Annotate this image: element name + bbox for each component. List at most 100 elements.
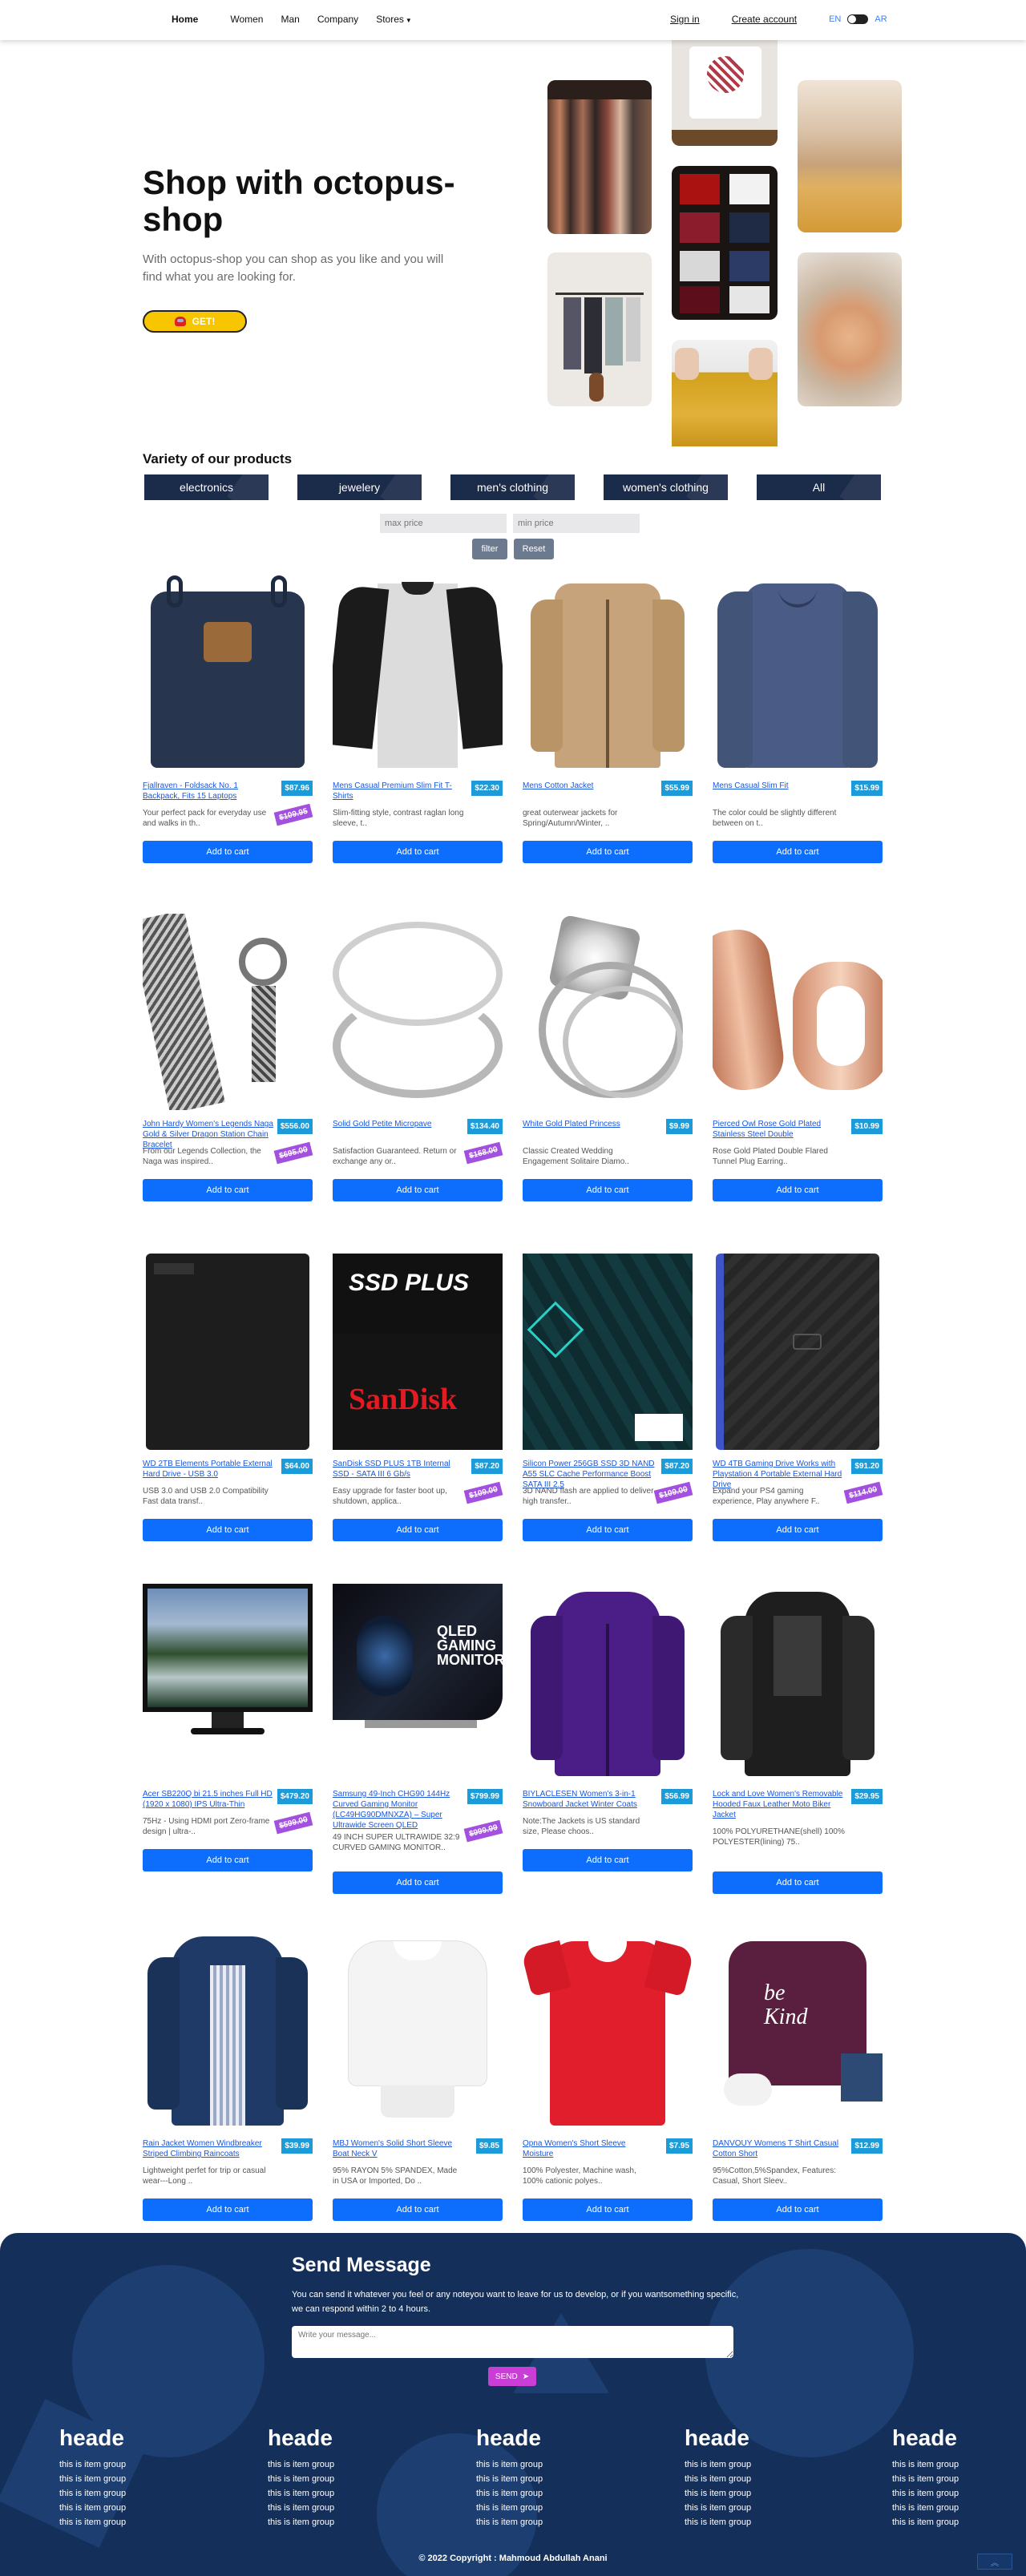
product-image-leather-jacket[interactable]: [713, 1584, 883, 1780]
product-image-wd-2tb[interactable]: [143, 1254, 313, 1450]
product-image-raglan-tee[interactable]: [333, 575, 503, 772]
add-to-cart-button[interactable]: Add to cart: [333, 1871, 503, 1894]
footer-item[interactable]: this is item group: [476, 2472, 543, 2486]
product-title-link[interactable]: Solid Gold Petite Micropave: [333, 1119, 465, 1129]
footer-item[interactable]: this is item group: [892, 2501, 959, 2515]
footer-item[interactable]: this is item group: [59, 2457, 126, 2472]
add-to-cart-button[interactable]: Add to cart: [713, 1519, 883, 1541]
product-title-link[interactable]: Lock and Love Women's Removable Hooded F…: [713, 1789, 845, 1820]
message-textarea[interactable]: [292, 2326, 733, 2358]
add-to-cart-button[interactable]: Add to cart: [143, 1179, 313, 1201]
product-image-slim-fit[interactable]: [713, 575, 883, 772]
product-title-link[interactable]: Fjallraven - Foldsack No. 1 Backpack, Fi…: [143, 781, 275, 801]
add-to-cart-button[interactable]: Add to cart: [713, 2198, 883, 2221]
nav-company-link[interactable]: Company: [317, 14, 358, 25]
add-to-cart-button[interactable]: Add to cart: [523, 1179, 693, 1201]
get-started-button[interactable]: GET!: [143, 310, 247, 333]
product-image-sandisk-ssd[interactable]: SSD PLUS SanDisk: [333, 1254, 503, 1450]
category-jewelery-button[interactable]: jewelery: [297, 474, 422, 500]
footer-item[interactable]: this is item group: [892, 2486, 959, 2501]
product-image-moisture-tee[interactable]: [523, 1933, 693, 2130]
product-image-plug-earrings[interactable]: [713, 914, 883, 1110]
add-to-cart-button[interactable]: Add to cart: [523, 1849, 693, 1871]
category-all-button[interactable]: All: [757, 474, 881, 500]
footer-item[interactable]: this is item group: [268, 2501, 334, 2515]
product-title-link[interactable]: Acer SB220Q bi 21.5 inches Full HD (1920…: [143, 1789, 275, 1810]
footer-item[interactable]: this is item group: [59, 2515, 126, 2530]
footer-item[interactable]: this is item group: [268, 2472, 334, 2486]
footer-item[interactable]: this is item group: [268, 2515, 334, 2530]
product-image-cotton-jacket[interactable]: [523, 575, 693, 772]
product-title-link[interactable]: White Gold Plated Princess: [523, 1119, 655, 1129]
add-to-cart-button[interactable]: Add to cart: [523, 1519, 693, 1541]
product-image-bracelet[interactable]: [143, 914, 313, 1110]
footer-item[interactable]: this is item group: [476, 2457, 543, 2472]
footer-item[interactable]: this is item group: [59, 2486, 126, 2501]
footer-item[interactable]: this is item group: [476, 2486, 543, 2501]
footer-item[interactable]: this is item group: [59, 2501, 126, 2515]
category-electronics-button[interactable]: electronics: [144, 474, 269, 500]
product-image-acer-monitor[interactable]: [143, 1584, 313, 1780]
product-image-backpack[interactable]: [143, 575, 313, 772]
product-image-silicon-power-ssd[interactable]: [523, 1254, 693, 1450]
footer-item[interactable]: this is item group: [892, 2515, 959, 2530]
product-image-rain-jacket[interactable]: [143, 1933, 313, 2130]
footer-item[interactable]: this is item group: [685, 2472, 751, 2486]
add-to-cart-button[interactable]: Add to cart: [713, 841, 883, 863]
product-title-link[interactable]: WD 2TB Elements Portable External Hard D…: [143, 1459, 275, 1480]
add-to-cart-button[interactable]: Add to cart: [713, 1871, 883, 1894]
max-price-input[interactable]: [380, 514, 507, 533]
product-image-samsung-monitor[interactable]: QLED GAMING MONITOR: [333, 1584, 503, 1780]
footer-item[interactable]: this is item group: [476, 2515, 543, 2530]
add-to-cart-button[interactable]: Add to cart: [333, 841, 503, 863]
footer-item[interactable]: this is item group: [59, 2472, 126, 2486]
product-title-link[interactable]: Samsung 49-Inch CHG90 144Hz Curved Gamin…: [333, 1789, 465, 1831]
add-to-cart-button[interactable]: Add to cart: [333, 2198, 503, 2221]
footer-item[interactable]: this is item group: [685, 2515, 751, 2530]
product-title-link[interactable]: MBJ Women's Solid Short Sleeve Boat Neck…: [333, 2138, 465, 2159]
add-to-cart-button[interactable]: Add to cart: [143, 841, 313, 863]
footer-item[interactable]: this is item group: [476, 2501, 543, 2515]
min-price-input[interactable]: [513, 514, 640, 533]
footer-item[interactable]: this is item group: [268, 2486, 334, 2501]
product-image-be-kind-tee[interactable]: be Kind: [713, 1933, 883, 2130]
add-to-cart-button[interactable]: Add to cart: [143, 1519, 313, 1541]
footer-item[interactable]: this is item group: [685, 2486, 751, 2501]
nav-home-link[interactable]: Home: [172, 14, 198, 25]
language-toggle[interactable]: [847, 14, 869, 24]
add-to-cart-button[interactable]: Add to cart: [143, 1849, 313, 1871]
product-image-snowboard-jacket[interactable]: [523, 1584, 693, 1780]
nav-man-link[interactable]: Man: [281, 14, 299, 25]
product-title-link[interactable]: BIYLACLESEN Women's 3-in-1 Snowboard Jac…: [523, 1789, 655, 1810]
product-title-link[interactable]: Opna Women's Short Sleeve Moisture: [523, 2138, 655, 2159]
product-title-link[interactable]: Mens Cotton Jacket: [523, 781, 655, 791]
product-image-boat-neck[interactable]: [333, 1933, 503, 2130]
product-image-princess-ring[interactable]: [523, 914, 693, 1110]
footer-item[interactable]: this is item group: [268, 2457, 334, 2472]
add-to-cart-button[interactable]: Add to cart: [143, 2198, 313, 2221]
scroll-top-button[interactable]: ︽: [977, 2554, 1012, 2570]
product-image-wd-4tb[interactable]: [713, 1254, 883, 1450]
category-mens-clothing-button[interactable]: men's clothing: [450, 474, 575, 500]
product-title-link[interactable]: DANVOUY Womens T Shirt Casual Cotton Sho…: [713, 2138, 845, 2159]
add-to-cart-button[interactable]: Add to cart: [523, 841, 693, 863]
reset-button[interactable]: Reset: [514, 539, 554, 559]
signin-link[interactable]: Sign in: [670, 14, 700, 25]
add-to-cart-button[interactable]: Add to cart: [333, 1519, 503, 1541]
add-to-cart-button[interactable]: Add to cart: [333, 1179, 503, 1201]
nav-stores-dropdown[interactable]: Stores ▼: [376, 14, 412, 25]
footer-item[interactable]: this is item group: [685, 2501, 751, 2515]
nav-women-link[interactable]: Women: [230, 14, 263, 25]
add-to-cart-button[interactable]: Add to cart: [713, 1179, 883, 1201]
product-title-link[interactable]: Rain Jacket Women Windbreaker Striped Cl…: [143, 2138, 275, 2159]
footer-item[interactable]: this is item group: [892, 2472, 959, 2486]
product-title-link[interactable]: Pierced Owl Rose Gold Plated Stainless S…: [713, 1119, 845, 1140]
product-title-link[interactable]: SanDisk SSD PLUS 1TB Internal SSD - SATA…: [333, 1459, 465, 1480]
product-title-link[interactable]: Mens Casual Slim Fit: [713, 781, 845, 791]
footer-item[interactable]: this is item group: [685, 2457, 751, 2472]
footer-item[interactable]: this is item group: [892, 2457, 959, 2472]
product-image-micropave-ring[interactable]: [333, 914, 503, 1110]
add-to-cart-button[interactable]: Add to cart: [523, 2198, 693, 2221]
send-button[interactable]: SEND ➤: [488, 2367, 536, 2386]
product-title-link[interactable]: Mens Casual Premium Slim Fit T-Shirts: [333, 781, 465, 801]
